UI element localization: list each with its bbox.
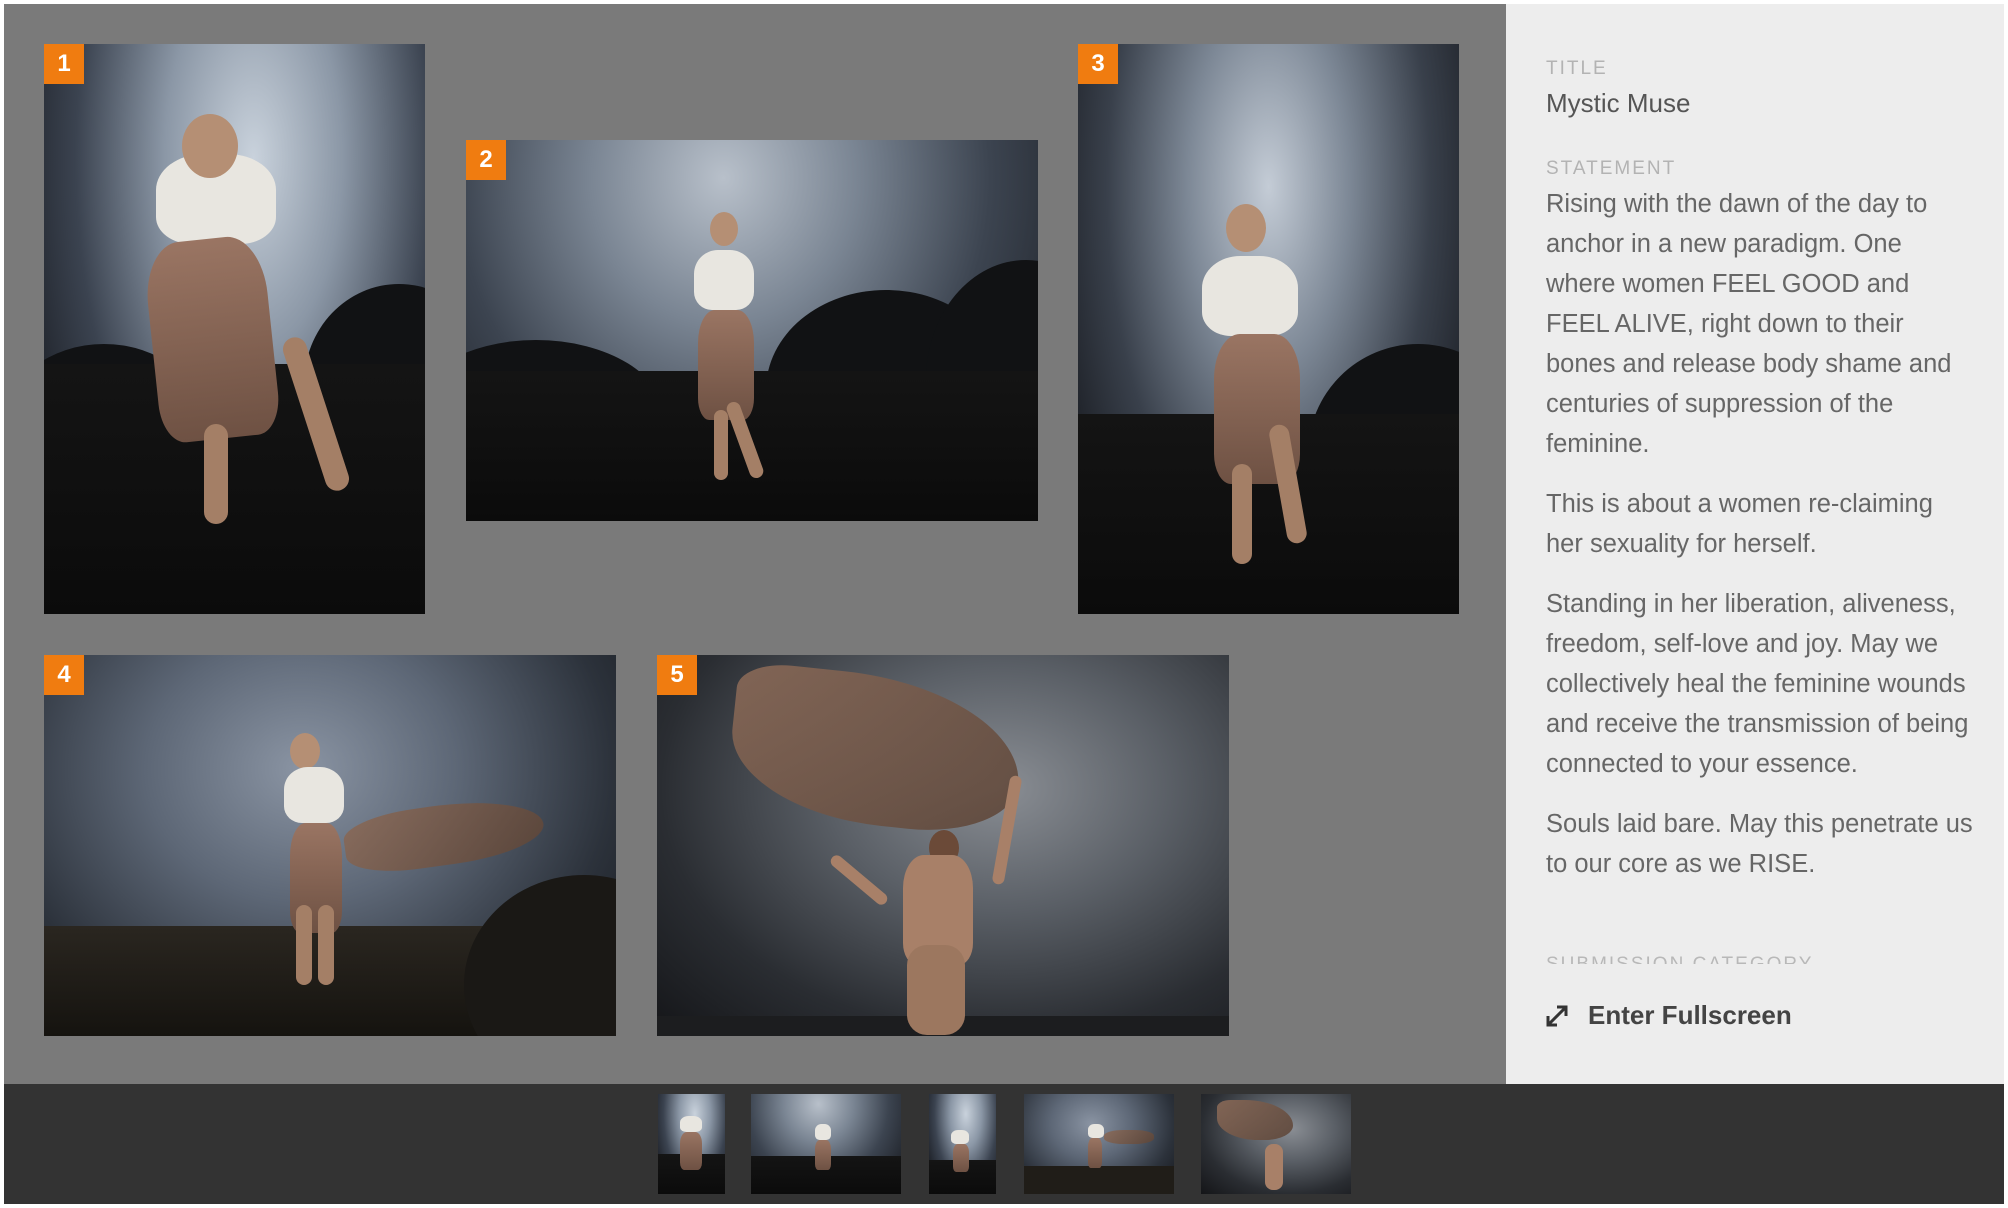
thumbnail-4[interactable]: [1024, 1094, 1174, 1194]
expand-diagonal-icon: [1546, 1005, 1568, 1026]
photo-5[interactable]: 5: [657, 655, 1229, 1036]
lightbox: 1 2 3 4 5 TITLE Mystic Muse STATEMENT Ri…: [4, 4, 2004, 1204]
photo-gallery: 1 2 3 4 5: [4, 4, 1506, 1084]
photo-number-badge: 3: [1078, 44, 1118, 84]
statement-paragraph: Rising with the dawn of the day to ancho…: [1546, 190, 1952, 458]
thumbnail-3[interactable]: [929, 1094, 996, 1194]
statement-text: Rising with the dawn of the day to ancho…: [1546, 184, 1976, 904]
photo-3[interactable]: 3: [1078, 44, 1459, 614]
details-panel: TITLE Mystic Muse STATEMENT Rising with …: [1506, 4, 2004, 1084]
thumbnail-filmstrip: [4, 1084, 2004, 1204]
thumbnail-1[interactable]: [658, 1094, 725, 1194]
thumbnail-2[interactable]: [751, 1094, 901, 1194]
statement-paragraph: Standing in her liberation, aliveness, f…: [1546, 590, 1969, 778]
photo-2[interactable]: 2: [466, 140, 1038, 521]
statement-paragraph: This is about a women re-claiming her se…: [1546, 490, 1933, 558]
photo-number-badge: 2: [466, 140, 506, 180]
photo-4[interactable]: 4: [44, 655, 616, 1036]
title-label: TITLE: [1546, 58, 1608, 79]
statement-label: STATEMENT: [1546, 158, 1677, 179]
photo-number-badge: 5: [657, 655, 697, 695]
enter-fullscreen-button[interactable]: Enter Fullscreen: [1542, 1000, 1792, 1031]
thumbnail-5[interactable]: [1201, 1094, 1351, 1194]
statement-paragraph: Souls laid bare. May this penetrate us t…: [1546, 810, 1973, 878]
photo-number-badge: 1: [44, 44, 84, 84]
photo-number-badge: 4: [44, 655, 84, 695]
title-value: Mystic Muse: [1546, 88, 1691, 118]
photo-1[interactable]: 1: [44, 44, 425, 614]
enter-fullscreen-label: Enter Fullscreen: [1588, 1000, 1792, 1030]
submission-category-label: SUBMISSION CATEGORY: [1546, 954, 1813, 964]
submission-category-label-clipped: SUBMISSION CATEGORY: [1546, 954, 1976, 964]
